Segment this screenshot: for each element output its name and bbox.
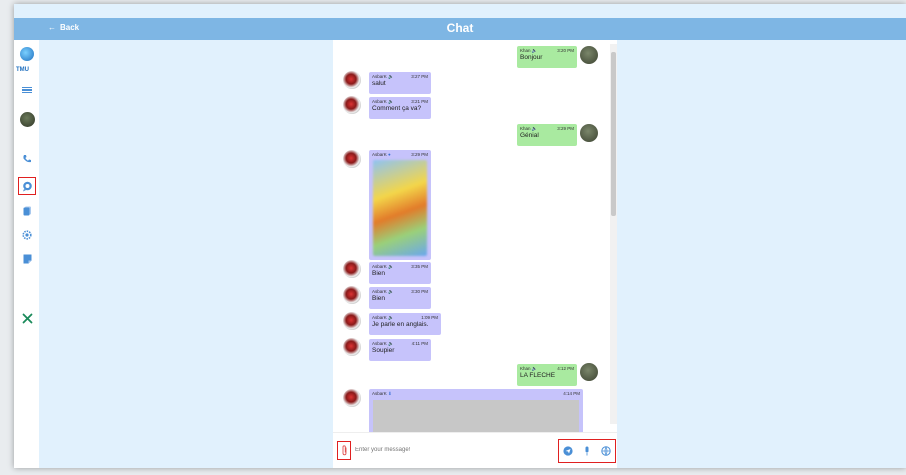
shared-image[interactable] bbox=[373, 160, 427, 256]
message-bubble-received: AsbarK 🔈 3:21 PM Comment ça va? bbox=[369, 97, 431, 119]
sender-name: AsbarK bbox=[372, 99, 387, 104]
speaker-icon[interactable]: 🔈 bbox=[388, 341, 394, 346]
documents-icon[interactable] bbox=[19, 203, 35, 219]
sender-name: Khan bbox=[520, 48, 531, 53]
message-text: Soupier bbox=[372, 347, 395, 354]
message-time: 3:29 PM bbox=[557, 126, 574, 131]
phone-icon[interactable] bbox=[19, 151, 35, 167]
avatar bbox=[343, 389, 361, 407]
message-time: 3:35 PM bbox=[411, 264, 428, 269]
avatar bbox=[343, 260, 361, 278]
message-time: 3:29 PM bbox=[411, 152, 428, 157]
message-text: Bien bbox=[372, 295, 386, 302]
message-time: 4:14 PM bbox=[563, 391, 580, 396]
shared-image[interactable] bbox=[373, 400, 579, 432]
message-time: 3:27 PM bbox=[411, 74, 428, 79]
chat-icon[interactable] bbox=[18, 177, 36, 195]
message-bubble-received: AsbarK 🔈 1:09 PM Je parle en anglais. bbox=[369, 313, 441, 335]
send-icon[interactable] bbox=[563, 446, 573, 456]
avatar bbox=[343, 96, 361, 114]
avatar bbox=[343, 312, 361, 330]
speaker-icon[interactable]: 🔈 bbox=[532, 126, 538, 131]
attach-icon[interactable] bbox=[337, 441, 351, 460]
message-text: Je parle en anglais. bbox=[372, 321, 429, 328]
avatar bbox=[343, 150, 361, 168]
sender-name: AsbarK bbox=[372, 289, 387, 294]
message-time: 4:12 PM bbox=[557, 366, 574, 371]
speaker-icon[interactable]: 🔈 bbox=[388, 74, 394, 79]
page-title: Chat bbox=[446, 21, 474, 35]
speaker-icon[interactable]: 🔈 bbox=[532, 48, 538, 53]
notes-icon[interactable] bbox=[19, 251, 35, 267]
message-text: Bien bbox=[372, 270, 386, 277]
top-bar: ← Back Chat bbox=[14, 18, 906, 40]
profile-avatar[interactable] bbox=[19, 111, 35, 127]
menu-icon[interactable] bbox=[19, 82, 35, 98]
speaker-icon[interactable]: 🔈 bbox=[388, 315, 394, 320]
scrollbar-thumb[interactable] bbox=[611, 52, 616, 216]
message-text: LA FLECHE bbox=[520, 372, 556, 379]
sender-name: AsbarK bbox=[372, 315, 387, 320]
speaker-icon[interactable]: 🔈 bbox=[388, 264, 394, 269]
sender-name: AsbarK bbox=[372, 341, 387, 346]
chat-messages-panel[interactable]: Khan 🔈 3:20 PM Bonjour AsbarK 🔈 3:27 PM sa… bbox=[333, 40, 617, 432]
sender-name: AsbarK bbox=[372, 74, 387, 79]
message-composer bbox=[333, 432, 617, 468]
message-input[interactable] bbox=[355, 443, 555, 457]
avatar bbox=[580, 46, 598, 64]
download-icon[interactable]: ⬇ bbox=[388, 391, 392, 396]
speaker-icon[interactable]: 🔈 bbox=[532, 366, 538, 371]
logo-globe-icon bbox=[19, 46, 35, 62]
tools-icon[interactable] bbox=[19, 310, 35, 326]
message-text: Comment ça va? bbox=[372, 105, 422, 112]
message-time: 3:30 PM bbox=[411, 289, 428, 294]
logo-text: TMU bbox=[16, 67, 29, 73]
message-text: salut bbox=[372, 80, 386, 87]
avatar bbox=[343, 338, 361, 356]
composer-actions bbox=[558, 439, 616, 463]
sender-name: AsbarK bbox=[372, 152, 387, 157]
microphone-icon[interactable] bbox=[582, 446, 592, 456]
message-time: 3:20 PM bbox=[557, 48, 574, 53]
message-bubble-received: AsbarK 🔈 3:30 PM Bien bbox=[369, 287, 431, 309]
app-window: ← Back Chat TMU Khan 🔈 3:20 PM Bonjour A… bbox=[14, 4, 906, 468]
message-bubble-received: AsbarK 🔈 4:11 PM Soupier bbox=[369, 339, 431, 361]
avatar bbox=[343, 71, 361, 89]
avatar bbox=[580, 363, 598, 381]
speaker-icon[interactable]: 🔈 bbox=[388, 99, 394, 104]
message-bubble-sent: Khan 🔈 4:12 PM LA FLECHE bbox=[517, 364, 577, 386]
message-text: Génial bbox=[520, 132, 539, 139]
message-time: 4:11 PM bbox=[411, 341, 428, 346]
settings-icon[interactable] bbox=[19, 227, 35, 243]
sender-name: Khan bbox=[520, 366, 531, 371]
sidebar: TMU bbox=[14, 40, 39, 468]
message-bubble-received: AsbarK 🔈 3:35 PM Bien bbox=[369, 262, 431, 284]
avatar bbox=[343, 286, 361, 304]
message-bubble-received: AsbarK 🔈 3:27 PM salut bbox=[369, 72, 431, 94]
sender-name: AsbarK bbox=[372, 391, 387, 396]
message-text: Bonjour bbox=[520, 54, 543, 61]
sender-name: AsbarK bbox=[372, 264, 387, 269]
speaker-icon[interactable]: ● bbox=[388, 152, 391, 157]
translate-icon[interactable] bbox=[600, 446, 611, 456]
message-bubble-sent: Khan 🔈 3:20 PM Bonjour bbox=[517, 46, 577, 68]
sender-name: Khan bbox=[520, 126, 531, 131]
avatar bbox=[580, 124, 598, 142]
message-bubble-sent: Khan 🔈 3:29 PM Génial bbox=[517, 124, 577, 146]
speaker-icon[interactable]: 🔈 bbox=[388, 289, 394, 294]
chat-scrollbar[interactable] bbox=[610, 44, 617, 424]
